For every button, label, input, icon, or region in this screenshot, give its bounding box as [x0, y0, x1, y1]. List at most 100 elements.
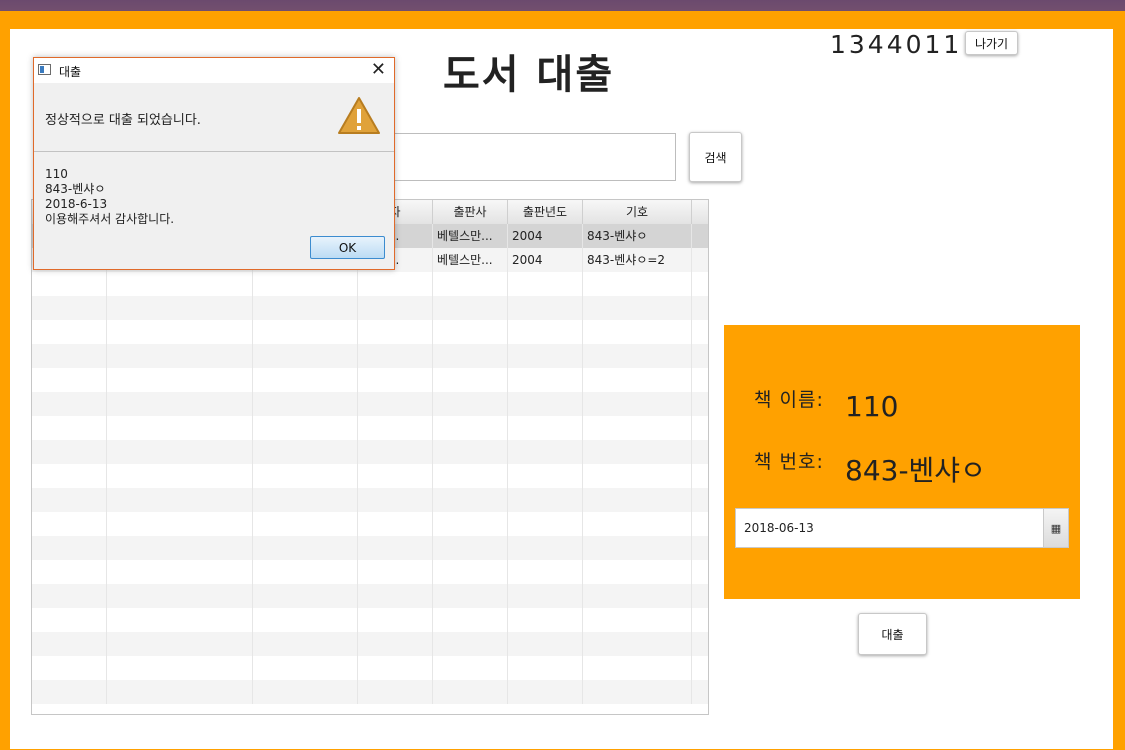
table-cell: [107, 536, 253, 560]
table-cell: [692, 248, 708, 272]
book-table: 자 출판사 출판년도 기호 벤샤 ...베텔스만...2004843-벤샤ㅇ벤샤…: [31, 199, 709, 715]
book-name-label: 책 이름:: [754, 389, 824, 411]
table-row[interactable]: [32, 632, 708, 656]
table-cell: [433, 608, 508, 632]
table-cell: [32, 464, 107, 488]
warning-icon: [338, 97, 380, 134]
table-row[interactable]: [32, 536, 708, 560]
table-cell: [692, 536, 708, 560]
dialog-line-book-name: 110: [45, 167, 68, 181]
table-cell: [32, 536, 107, 560]
table-cell: [692, 368, 708, 392]
table-cell: [32, 344, 107, 368]
date-picker[interactable]: 2018-06-13 ▦: [735, 508, 1069, 548]
table-cell: [692, 344, 708, 368]
table-cell: [433, 296, 508, 320]
dialog-header: 정상적으로 대출 되었습니다.: [34, 83, 394, 152]
table-cell: [508, 416, 583, 440]
table-cell: [107, 368, 253, 392]
table-cell: [583, 368, 692, 392]
table-row[interactable]: [32, 464, 708, 488]
table-cell: [358, 488, 433, 512]
table-row[interactable]: [32, 344, 708, 368]
table-cell: [508, 272, 583, 296]
table-cell: 베텔스만...: [433, 224, 508, 248]
table-row[interactable]: [32, 440, 708, 464]
table-cell: [692, 680, 708, 704]
table-row[interactable]: [32, 392, 708, 416]
table-cell: [433, 416, 508, 440]
table-row[interactable]: [32, 584, 708, 608]
table-cell: [508, 512, 583, 536]
table-cell: [107, 320, 253, 344]
table-cell: [107, 464, 253, 488]
table-cell: [253, 680, 358, 704]
table-cell: [433, 368, 508, 392]
table-cell: [253, 512, 358, 536]
table-cell: [583, 608, 692, 632]
table-cell: [107, 392, 253, 416]
exit-button[interactable]: 나가기: [965, 31, 1018, 55]
table-cell: [692, 608, 708, 632]
table-row[interactable]: [32, 656, 708, 680]
table-cell: [583, 440, 692, 464]
column-header-year[interactable]: 출판년도: [508, 200, 583, 224]
table-row[interactable]: [32, 488, 708, 512]
calendar-icon[interactable]: ▦: [1043, 509, 1068, 547]
table-cell: [32, 272, 107, 296]
table-cell: [433, 512, 508, 536]
table-cell: [583, 536, 692, 560]
table-cell: [107, 680, 253, 704]
table-cell: [508, 560, 583, 584]
table-cell: [692, 296, 708, 320]
table-cell: [583, 632, 692, 656]
loan-button[interactable]: 대출: [858, 613, 927, 655]
table-cell: [107, 344, 253, 368]
user-id: 1344011: [830, 30, 963, 59]
table-cell: [253, 488, 358, 512]
table-cell: 843-벤샤ㅇ=2: [583, 248, 692, 272]
ok-button[interactable]: OK: [310, 236, 385, 259]
column-header-publisher[interactable]: 출판사: [433, 200, 508, 224]
table-cell: [107, 656, 253, 680]
table-cell: [358, 320, 433, 344]
table-cell: [32, 320, 107, 344]
table-cell: [253, 656, 358, 680]
table-cell: [253, 440, 358, 464]
table-cell: [32, 584, 107, 608]
table-cell: [692, 392, 708, 416]
table-cell: [692, 464, 708, 488]
table-cell: [583, 560, 692, 584]
table-cell: [358, 392, 433, 416]
table-cell: [107, 488, 253, 512]
dialog-header-text: 정상적으로 대출 되었습니다.: [45, 113, 201, 128]
table-row[interactable]: [32, 320, 708, 344]
table-row[interactable]: [32, 416, 708, 440]
column-header-call-number[interactable]: 기호: [583, 200, 692, 224]
table-cell: [583, 488, 692, 512]
date-picker-value[interactable]: 2018-06-13: [744, 521, 814, 535]
table-row[interactable]: [32, 296, 708, 320]
table-cell: [358, 368, 433, 392]
table-row[interactable]: [32, 512, 708, 536]
table-cell: [107, 416, 253, 440]
table-cell: [253, 560, 358, 584]
table-row[interactable]: [32, 272, 708, 296]
table-cell: [583, 272, 692, 296]
table-cell: [583, 680, 692, 704]
table-cell: 843-벤샤ㅇ: [583, 224, 692, 248]
search-input[interactable]: [395, 133, 676, 181]
table-row[interactable]: [32, 680, 708, 704]
table-row[interactable]: [32, 560, 708, 584]
table-row[interactable]: [32, 368, 708, 392]
table-cell: [692, 656, 708, 680]
search-button[interactable]: 검색: [689, 132, 742, 182]
table-cell: [32, 440, 107, 464]
close-icon[interactable]: ✕: [371, 60, 386, 80]
table-cell: [508, 488, 583, 512]
table-cell: [107, 296, 253, 320]
table-row[interactable]: [32, 608, 708, 632]
loan-dialog: 대출 ✕ 정상적으로 대출 되었습니다. 110 843-벤샤ㅇ 2018-6-…: [33, 57, 395, 270]
table-cell: [358, 560, 433, 584]
table-cell: [433, 464, 508, 488]
